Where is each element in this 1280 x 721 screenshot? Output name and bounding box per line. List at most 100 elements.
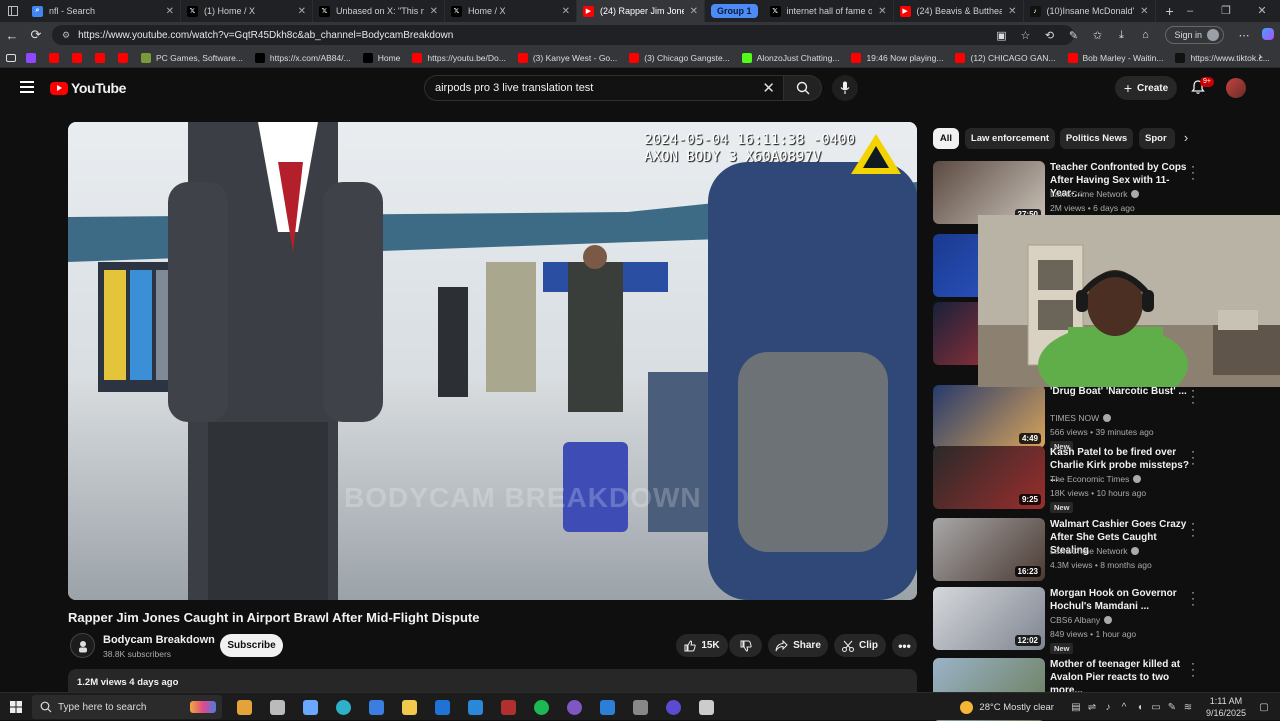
favorites-icon[interactable]: ✩ [1085,29,1109,42]
user-avatar[interactable] [1226,78,1246,98]
close-tab-icon[interactable]: ✕ [166,6,174,17]
browser-tab[interactable]: ▶ (24) Beavis & Butthead - ✕ [894,0,1024,22]
tab-menu-icon[interactable] [0,0,26,22]
download-icon[interactable]: ⤓ [1109,29,1133,42]
channel-name[interactable]: Bodycam Breakdown [103,634,215,646]
voice-search-button[interactable] [832,75,858,101]
more-actions-button[interactable]: ••• [892,634,917,657]
recommendation-channel[interactable]: The Economic Times [1050,474,1142,484]
more-vertical-icon[interactable]: · · · [1191,517,1195,541]
notification-center-icon[interactable]: ▢ [1256,702,1272,713]
create-button[interactable]: + Create [1115,76,1177,100]
close-tab-icon[interactable]: ✕ [430,6,438,17]
photos-icon[interactable] [459,695,492,719]
video-thumbnail[interactable]: 16:23 [933,518,1045,581]
like-button[interactable]: 15K [676,634,728,657]
reading-list-icon[interactable] [6,53,16,62]
bookmark-item[interactable]: Home [362,52,400,63]
bookmark-item[interactable]: 19:46 Now playing... [851,52,943,63]
browser-tab[interactable]: 𝕏 (1) Home / X ✕ [181,0,313,22]
wifi-icon[interactable]: ≋ [1180,702,1196,713]
youtube-logo[interactable]: YouTube [50,80,126,96]
chip-politics-news[interactable]: Politics News [1060,128,1133,149]
close-tab-icon[interactable]: ✕ [562,6,570,17]
maximize-icon[interactable]: ❐ [1208,0,1244,22]
bookmark-item[interactable]: https://x.com/AB84/... [254,52,351,63]
close-tab-icon[interactable]: ✕ [690,6,698,17]
video-thumbnail[interactable]: 12:02 [933,587,1045,650]
recommendation-title[interactable]: Morgan Hook on Governor Hochul's Mamdani… [1050,587,1190,613]
clip-button[interactable]: Clip [834,634,886,657]
install-icon[interactable]: ▣ [989,29,1013,42]
browser-tab[interactable]: ▶ (24) Rapper Jim Jone ✕ [577,0,705,22]
bookmark-item[interactable]: (12) CHICAGO GAN... [955,52,1056,63]
clear-search-icon[interactable]: ✕ [762,79,775,97]
video-thumbnail[interactable]: 9:25 [933,446,1045,509]
bookmark-item[interactable] [95,52,110,63]
network-icon[interactable]: ▭ [1148,702,1164,713]
browser-tab[interactable]: ♪ (10)Insane McDonald's Fr ✕ [1024,0,1156,22]
bookmark-item[interactable] [49,52,64,63]
media-icon[interactable] [492,695,525,719]
usb-icon[interactable]: ⇌ [1084,702,1100,713]
share-button[interactable]: Share [768,634,828,657]
windows-start-icon[interactable] [10,701,22,713]
more-vertical-icon[interactable]: · · · [1191,384,1195,408]
bookmark-item[interactable]: (3) Chicago Gangste... [629,52,730,63]
more-vertical-icon[interactable]: · · · [1191,445,1195,469]
back-icon[interactable]: ← [0,28,24,43]
site-info-icon[interactable]: ⚙ [62,30,70,41]
capture-icon[interactable] [624,695,657,719]
hamburger-menu-icon[interactable] [20,81,34,93]
close-window-icon[interactable]: ✕ [1244,0,1280,22]
chip-sports[interactable]: Spor [1139,128,1175,149]
recommendation-item[interactable]: 4:49 'Drug Boat' 'Narcotic Bust' ... · · · TI… [933,384,1273,452]
chip-law-enforcement[interactable]: Law enforcement [965,128,1055,149]
close-tab-icon[interactable]: ✕ [298,6,306,17]
url-bar[interactable]: ⚙ https://www.youtube.com/watch?v=GqtR45… [52,25,1074,45]
security-icon[interactable] [690,695,723,719]
refresh-extension-icon[interactable]: ⟲ [1037,29,1061,42]
reload-icon[interactable]: ⟳ [24,27,48,43]
dislike-button[interactable] [729,634,762,657]
video-player[interactable]: 2024-05-04 16:11:38 -0400 AXON BODY 3 X6… [68,122,917,600]
bookmark-item[interactable]: PC Games, Software... [141,52,243,63]
bookmark-item[interactable] [118,52,133,63]
more-vertical-icon[interactable]: · · · [1191,160,1195,184]
spotify-icon[interactable] [525,695,558,719]
share-page-icon[interactable]: ⌂ [1133,29,1157,41]
bookmarks-overflow-icon[interactable]: › [1258,51,1262,63]
edge-icon[interactable] [327,695,360,719]
recommendation-channel[interactable]: CBS6 Albany [1050,615,1113,625]
chrome-icon[interactable] [558,695,591,719]
recommendation-channel[interactable]: TIMES NOW [1050,413,1112,423]
bookmark-item[interactable]: (3) Kanye West - Go... [517,52,617,63]
media-player-icon[interactable] [657,695,690,719]
weather-widget[interactable]: 28°C Mostly clear [960,700,1054,714]
browser-menu-icon[interactable]: ⋯ [1232,29,1256,42]
subscribe-button[interactable]: Subscribe [220,634,283,657]
search-input[interactable]: airpods pro 3 live translation test ✕ [424,75,784,101]
close-tab-icon[interactable]: ✕ [878,6,886,17]
bookmark-item[interactable]: AlonzoJust Chatting... [741,52,839,63]
copilot-icon[interactable] [294,695,327,719]
browser-tab[interactable]: 𝕏 Unbased on X: "This n ✕ [313,0,445,22]
task-manager-icon[interactable]: ▤ [1068,702,1084,713]
task-view-icon[interactable] [261,695,294,719]
extension-icon[interactable]: ✎ [1061,29,1085,42]
bookmark-item[interactable]: https://youtu.be/Do... [412,52,506,63]
bookmark-item[interactable]: Bob Marley - Waitin... [1067,52,1163,63]
browser-tab[interactable]: 𝕏internet hall of fame on X ✕ [764,0,894,22]
bookmark-item[interactable]: https://www.tiktok.c... [1175,52,1270,63]
recommendation-item[interactable]: 16:23 Walmart Cashier Goes Crazy After Sh… [933,517,1273,581]
browser-tab[interactable]: ⌕ nfl - Search ✕ [26,0,181,22]
chevron-right-icon[interactable]: › [1178,130,1194,146]
vscode-icon[interactable] [591,695,624,719]
volume-icon[interactable]: ◖ [1132,702,1148,713]
bookmark-star-icon[interactable]: ☆ [1013,29,1037,42]
more-vertical-icon[interactable]: · · · [1191,657,1195,681]
chevron-up-icon[interactable]: ^ [1116,702,1132,713]
minimize-icon[interactable]: – [1172,0,1208,22]
recommendation-item[interactable]: 9:25 Kash Patel to be fired over Charlie … [933,445,1273,513]
taskbar-search-input[interactable]: Type here to search [32,695,222,719]
